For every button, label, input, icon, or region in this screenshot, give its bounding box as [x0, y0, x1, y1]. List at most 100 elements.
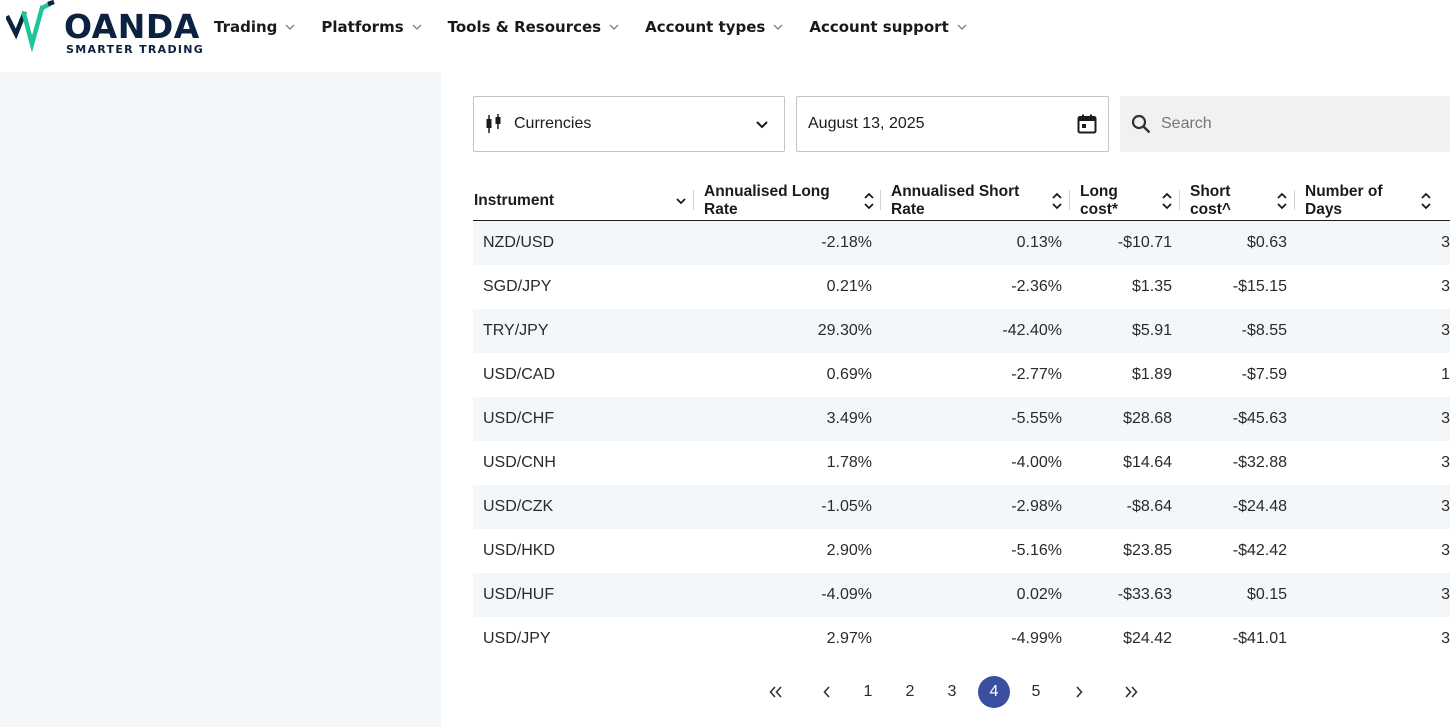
col-header-annualised-long-rate[interactable]: Annualised Long Rate — [704, 183, 830, 219]
previous-page-button[interactable] — [811, 676, 843, 708]
cell-long-rate: 2.90% — [826, 542, 872, 559]
chevron-left-icon — [823, 686, 830, 698]
cell-short-cost: -$8.55 — [1241, 322, 1287, 339]
calendar-icon[interactable] — [1077, 114, 1097, 134]
col-header-long-cost[interactable]: Long cost* — [1080, 183, 1118, 219]
page-button-current[interactable]: 4 — [978, 676, 1010, 708]
nav-tools-resources[interactable]: Tools & Resources — [448, 16, 620, 38]
nav-account-types[interactable]: Account types — [645, 16, 784, 38]
sort-icon[interactable] — [1162, 192, 1172, 210]
sort-icon[interactable] — [1277, 192, 1287, 210]
cell-long-rate: 0.69% — [826, 366, 872, 383]
table-row[interactable]: USD/CHF 3.49% -5.55% $28.68 -$45.63 3 — [473, 397, 1450, 441]
chevron-down-icon[interactable] — [676, 192, 686, 210]
nav-label: Trading — [214, 18, 278, 36]
table-row[interactable]: TRY/JPY 29.30% -42.40% $5.91 -$8.55 3 — [473, 309, 1450, 353]
table-row[interactable]: SGD/JPY 0.21% -2.36% $1.35 -$15.15 3 — [473, 265, 1450, 309]
cell-instrument: USD/HKD — [483, 542, 556, 559]
cell-days: 3 — [1441, 542, 1450, 559]
cell-long-rate: 0.21% — [826, 278, 872, 295]
sort-icon[interactable] — [864, 192, 874, 210]
cell-days: 3 — [1441, 630, 1450, 647]
search-field[interactable]: Search — [1120, 96, 1450, 152]
sort-icon[interactable] — [1052, 192, 1062, 210]
first-page-button[interactable] — [760, 676, 792, 708]
column-divider — [1294, 190, 1295, 210]
cell-days: 3 — [1441, 278, 1450, 295]
nav-label: Account support — [809, 18, 949, 36]
nav-trading[interactable]: Trading — [214, 16, 296, 38]
cell-long-cost: $1.89 — [1131, 366, 1172, 383]
cell-days: 3 — [1441, 586, 1450, 603]
chevron-down-icon — [285, 24, 295, 31]
chevron-right-icon — [1076, 686, 1083, 698]
cell-instrument: USD/CNH — [483, 454, 556, 471]
site-header: OANDA SMARTER TRADING Trading Platforms … — [0, 0, 1450, 72]
page-button-2[interactable]: 2 — [894, 676, 926, 708]
cell-long-cost: $28.68 — [1123, 410, 1172, 427]
page-button-3[interactable]: 3 — [936, 676, 968, 708]
table-row[interactable]: USD/CAD 0.69% -2.77% $1.89 -$7.59 1 — [473, 353, 1450, 397]
cell-short-cost: -$42.42 — [1232, 542, 1287, 559]
cell-instrument: TRY/JPY — [483, 322, 549, 339]
cell-short-rate: -4.00% — [1011, 454, 1062, 471]
cell-days: 3 — [1441, 454, 1450, 471]
search-input[interactable]: Search — [1161, 115, 1212, 133]
col-header-annualised-short-rate[interactable]: Annualised Short Rate — [891, 183, 1019, 219]
cell-instrument: USD/HUF — [483, 586, 555, 603]
cell-long-cost: $24.42 — [1123, 630, 1172, 647]
cell-long-rate: 3.49% — [826, 410, 872, 427]
cell-long-cost: $5.91 — [1131, 322, 1172, 339]
nav-account-support[interactable]: Account support — [809, 16, 967, 38]
cell-days: 1 — [1441, 366, 1450, 383]
table-body: NZD/USD -2.18% 0.13% -$10.71 $0.63 3 SGD… — [473, 221, 1450, 661]
chevron-down-icon — [957, 24, 967, 31]
cell-short-rate: -5.16% — [1011, 542, 1062, 559]
table-row[interactable]: USD/HUF -4.09% 0.02% -$33.63 $0.15 3 — [473, 573, 1450, 617]
last-page-button[interactable] — [1115, 676, 1147, 708]
cell-short-rate: -2.98% — [1011, 498, 1062, 515]
column-divider — [1069, 190, 1070, 210]
cell-short-cost: $0.15 — [1246, 586, 1287, 603]
table-row[interactable]: USD/HKD 2.90% -5.16% $23.85 -$42.42 3 — [473, 529, 1450, 573]
cell-long-rate: -1.05% — [821, 498, 872, 515]
col-header-number-of-days[interactable]: Number of Days — [1305, 183, 1383, 219]
chevron-down-icon — [609, 24, 619, 31]
cell-short-cost: -$45.63 — [1232, 410, 1287, 427]
logo-tagline: SMARTER TRADING — [66, 43, 205, 56]
next-page-button[interactable] — [1063, 676, 1095, 708]
cell-short-rate: -2.77% — [1011, 366, 1062, 383]
sort-icon[interactable] — [1421, 192, 1431, 210]
cell-long-rate: -4.09% — [821, 586, 872, 603]
table-row[interactable]: NZD/USD -2.18% 0.13% -$10.71 $0.63 3 — [473, 221, 1450, 265]
instrument-type-select[interactable]: Currencies — [473, 96, 785, 152]
cell-long-cost: -$10.71 — [1117, 234, 1172, 251]
double-chevron-left-icon — [769, 686, 782, 698]
table-row[interactable]: USD/CZK -1.05% -2.98% -$8.64 -$24.48 3 — [473, 485, 1450, 529]
page-button-1[interactable]: 1 — [852, 676, 884, 708]
cell-days: 3 — [1441, 410, 1450, 427]
candlestick-icon — [486, 114, 501, 133]
nav-platforms[interactable]: Platforms — [321, 16, 422, 38]
cell-short-cost: -$41.01 — [1232, 630, 1287, 647]
cell-short-rate: -4.99% — [1011, 630, 1062, 647]
table-row[interactable]: USD/CNH 1.78% -4.00% $14.64 -$32.88 3 — [473, 441, 1450, 485]
col-header-instrument[interactable]: Instrument — [474, 192, 554, 210]
cell-instrument: SGD/JPY — [483, 278, 552, 295]
cell-instrument: USD/CHF — [483, 410, 555, 427]
cell-long-cost: $14.64 — [1123, 454, 1172, 471]
cell-short-rate: -42.40% — [1002, 322, 1062, 339]
cell-short-cost: -$15.15 — [1232, 278, 1287, 295]
cell-long-rate: 1.78% — [826, 454, 872, 471]
date-picker[interactable]: August 13, 2025 — [796, 96, 1109, 152]
oanda-logo[interactable]: OANDA SMARTER TRADING — [6, 0, 206, 60]
column-divider — [693, 190, 694, 210]
instrument-type-value: Currencies — [514, 115, 592, 132]
cell-short-cost: -$24.48 — [1232, 498, 1287, 515]
page-button-5[interactable]: 5 — [1020, 676, 1052, 708]
col-header-short-cost[interactable]: Short cost^ — [1190, 183, 1231, 219]
cell-short-rate: -2.36% — [1011, 278, 1062, 295]
cell-instrument: USD/CZK — [483, 498, 554, 515]
table-row[interactable]: USD/JPY 2.97% -4.99% $24.42 -$41.01 3 — [473, 617, 1450, 661]
side-panel — [0, 72, 441, 727]
